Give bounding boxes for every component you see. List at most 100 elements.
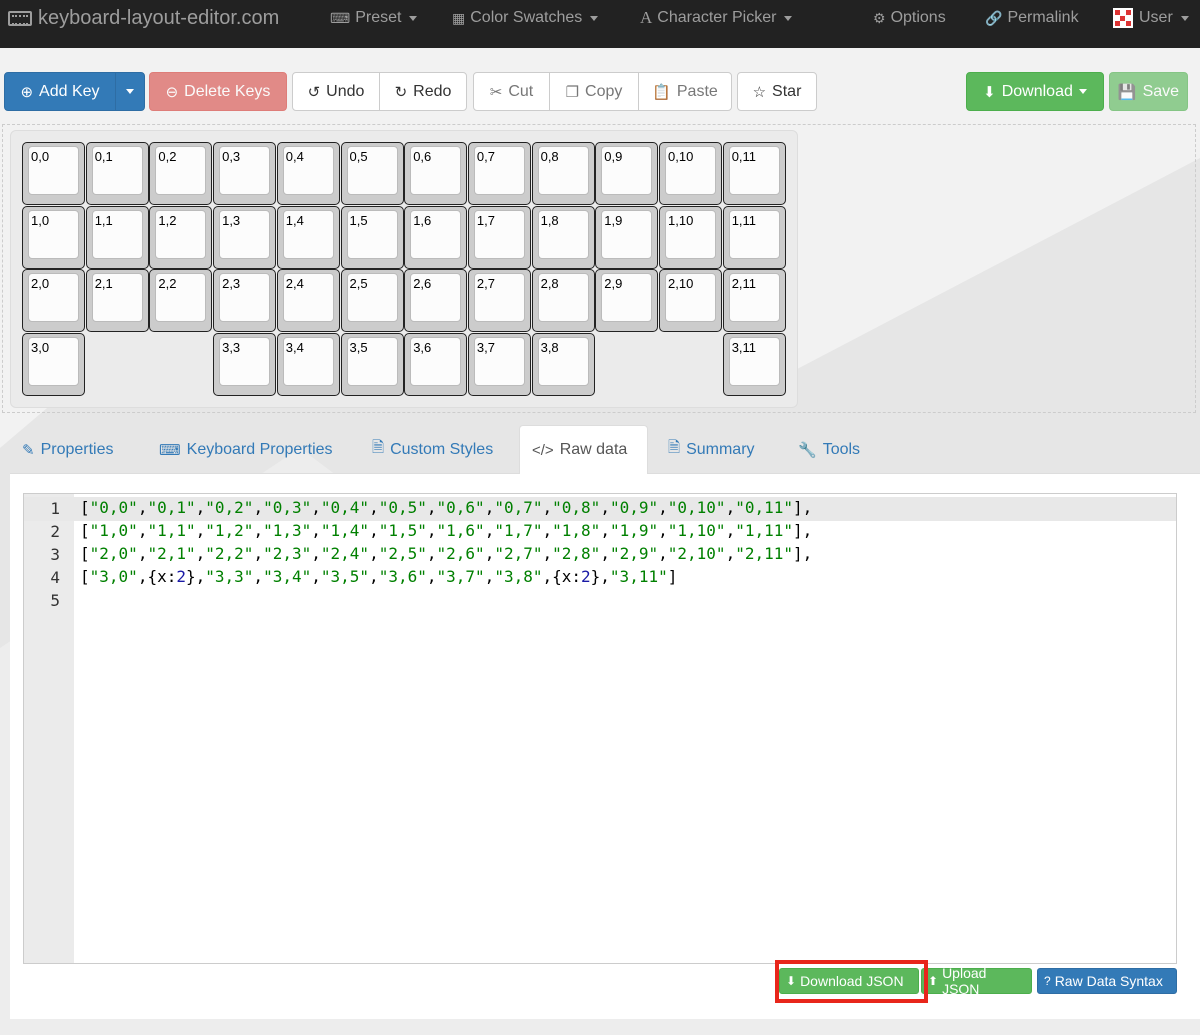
key[interactable]: 2,3 <box>213 269 277 333</box>
caret-down-icon <box>784 15 793 21</box>
redo-button[interactable]: ↻ Redo <box>379 72 467 111</box>
nav-character-picker[interactable]: A Character Picker <box>640 0 793 36</box>
gear-icon: ⚙ <box>873 9 886 26</box>
key[interactable]: 1,2 <box>149 205 213 269</box>
undo-button[interactable]: ↺ Undo <box>292 72 380 111</box>
brand[interactable]: keyboard-layout-editor.com <box>0 0 279 36</box>
key[interactable]: 2,0 <box>22 269 85 333</box>
key[interactable]: 0,3 <box>213 142 277 205</box>
key-label: 2,2 <box>158 276 177 292</box>
upload-json-button[interactable]: ⬆ Upload JSON <box>921 965 1032 997</box>
key[interactable]: 3,6 <box>404 333 468 397</box>
key[interactable]: 0,6 <box>404 142 468 205</box>
add-key-dropdown-button[interactable] <box>115 72 145 111</box>
raw-data-editor[interactable]: 1 ["0,0","0,1","0,2","0,3","0,4","0,5","… <box>23 493 1177 964</box>
download-button[interactable]: ⬇ Download <box>966 72 1104 111</box>
key[interactable]: 1,6 <box>404 205 468 269</box>
key[interactable]: 0,7 <box>467 142 531 205</box>
nav-color-swatches[interactable]: ▦ Color Swatches <box>452 0 599 36</box>
key[interactable]: 1,5 <box>340 205 404 269</box>
key[interactable]: 0,8 <box>531 142 595 205</box>
line-number: 3 <box>50 545 60 564</box>
key[interactable]: 0,9 <box>595 142 659 205</box>
tab-summary[interactable]: 🗎 Summary <box>656 425 767 474</box>
key[interactable]: 2,1 <box>85 269 149 333</box>
key[interactable]: 1,1 <box>85 205 149 269</box>
keyboard-icon: ⌨ <box>330 9 351 26</box>
redo-label: Redo <box>413 82 452 100</box>
key[interactable]: 3,4 <box>276 333 340 397</box>
key[interactable]: 2,9 <box>595 269 659 333</box>
code-icon: </> <box>532 441 554 459</box>
key[interactable]: 0,4 <box>276 142 340 205</box>
star-label: Star <box>772 82 802 100</box>
nav-options[interactable]: ⚙ Options <box>873 0 946 36</box>
key-label: 3,5 <box>349 340 368 356</box>
key[interactable]: 2,7 <box>467 269 531 333</box>
nav-character-picker-label: Character Picker <box>657 9 777 26</box>
key[interactable]: 1,4 <box>276 205 340 269</box>
key[interactable]: 1,11 <box>722 205 786 269</box>
key[interactable]: 3,7 <box>467 333 531 397</box>
save-button[interactable]: 💾 Save <box>1109 72 1188 111</box>
key[interactable]: 0,11 <box>722 142 786 205</box>
star-button[interactable]: ☆ Star <box>737 72 817 111</box>
key[interactable]: 3,0 <box>22 333 85 397</box>
key[interactable]: 0,0 <box>22 142 85 205</box>
key[interactable]: 0,2 <box>149 142 213 205</box>
key[interactable]: 2,5 <box>340 269 404 333</box>
paste-label: Paste <box>676 82 718 100</box>
nav-user-label: User <box>1139 9 1173 26</box>
nav-user[interactable]: User <box>1113 0 1189 36</box>
key-label: 0,6 <box>413 149 432 164</box>
key[interactable]: 0,1 <box>85 142 149 205</box>
plus-circle-icon: ⊕ <box>20 83 34 101</box>
line-number: 1 <box>50 499 60 518</box>
cut-button[interactable]: ✂ Cut <box>473 72 550 111</box>
nav-preset[interactable]: ⌨ Preset <box>330 0 418 36</box>
paste-button[interactable]: 📋 Paste <box>638 72 732 111</box>
add-key-button[interactable]: ⊕ Add Key <box>4 72 116 111</box>
key[interactable]: 1,0 <box>22 205 85 269</box>
key[interactable]: 3,8 <box>531 333 595 397</box>
tab-tools[interactable]: 🔧 Tools <box>786 425 872 474</box>
key[interactable]: 3,5 <box>340 333 404 397</box>
key[interactable]: 1,3 <box>213 205 277 269</box>
nav-permalink[interactable]: 🔗 Permalink <box>985 0 1079 36</box>
key-label: 0,0 <box>31 149 50 164</box>
key-label: 3,8 <box>540 340 559 356</box>
key[interactable]: 2,8 <box>531 269 595 333</box>
key-label: 1,6 <box>413 212 432 228</box>
key[interactable]: 2,11 <box>722 269 786 333</box>
key-label: 0,2 <box>158 149 177 164</box>
key[interactable]: 1,8 <box>531 205 595 269</box>
key[interactable]: 2,2 <box>149 269 213 333</box>
key[interactable]: 3,3 <box>213 333 277 397</box>
tab-bar: ✎ Properties ⌨ Keyboard Properties 🗎 Cus… <box>10 425 1200 475</box>
cut-label: Cut <box>508 82 534 100</box>
key[interactable]: 2,6 <box>404 269 468 333</box>
wrench-icon: 🔧 <box>798 441 817 459</box>
key[interactable]: 1,10 <box>659 205 722 269</box>
tab-keyboard-properties[interactable]: ⌨ Keyboard Properties <box>147 425 345 474</box>
key-label: 1,2 <box>158 212 177 228</box>
key[interactable]: 2,10 <box>659 269 722 333</box>
tab-raw-data[interactable]: </> Raw data <box>519 425 648 475</box>
highlight-box <box>775 960 928 1003</box>
key[interactable]: 2,4 <box>276 269 340 333</box>
tab-custom-styles[interactable]: 🗎 Custom Styles <box>360 425 505 474</box>
font-icon: A <box>640 8 653 27</box>
key[interactable]: 0,10 <box>659 142 722 205</box>
key[interactable]: 0,5 <box>340 142 404 205</box>
key[interactable]: 1,7 <box>467 205 531 269</box>
delete-keys-button[interactable]: ⊖ Delete Keys <box>149 72 287 111</box>
copy-button[interactable]: ❐ Copy <box>549 72 639 111</box>
raw-data-syntax-button[interactable]: ? Raw Data Syntax <box>1037 968 1177 994</box>
key-label: 1,4 <box>285 212 304 228</box>
tab-properties[interactable]: ✎ Properties <box>10 425 126 474</box>
key[interactable]: 3,11 <box>722 333 786 397</box>
key[interactable]: 1,9 <box>595 205 659 269</box>
key-label: 3,3 <box>222 340 241 356</box>
keyboard-canvas[interactable]: 0,0 0,1 0,2 0,3 0,4 0,5 0,6 0,7 0,8 0,9 0,10 0,11 1,… <box>10 130 798 408</box>
code-line-4: ["3,0",{x:2},"3,3","3,4","3,5","3,6","3,… <box>80 567 678 586</box>
